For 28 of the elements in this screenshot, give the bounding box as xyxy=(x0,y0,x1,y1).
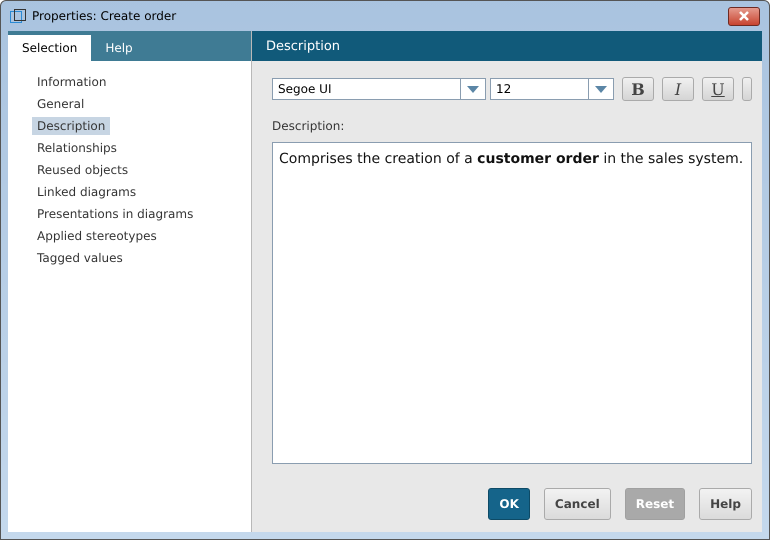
sidebar-item[interactable]: Information xyxy=(32,73,112,91)
dropdown-icon xyxy=(467,86,479,92)
dropdown-icon xyxy=(595,86,607,92)
font-family-dropdown[interactable]: Segoe UI xyxy=(272,78,486,100)
font-size-dropdown[interactable]: 12 xyxy=(490,78,614,100)
close-button[interactable] xyxy=(728,6,760,26)
format-button[interactable]: U xyxy=(702,77,734,101)
field-label: Description: xyxy=(272,119,346,133)
dialog-button[interactable]: Cancel xyxy=(544,488,611,520)
sidebar-item[interactable]: Tagged values xyxy=(32,249,128,267)
sidebar-item[interactable]: Applied stereotypes xyxy=(32,227,162,245)
panel-header: Description xyxy=(252,31,762,61)
format-button[interactable]: I xyxy=(662,77,694,101)
sidebar-item[interactable]: Description xyxy=(32,117,110,135)
sidebar-item[interactable]: Linked diagrams xyxy=(32,183,142,201)
sidebar-item[interactable]: General xyxy=(32,95,90,113)
description-field[interactable]: Comprises the creation of a customer order in the sales system. xyxy=(272,142,752,464)
window-title: Properties: Create order xyxy=(32,9,178,23)
format-button[interactable]: B xyxy=(622,77,654,101)
close-icon xyxy=(738,11,750,21)
sidebar-item[interactable]: Presentations in diagrams xyxy=(32,205,198,223)
dialog-button[interactable]: Help xyxy=(699,488,752,520)
tab[interactable]: Selection xyxy=(8,35,92,61)
sidebar-item[interactable]: Relationships xyxy=(32,139,122,157)
tab[interactable]: Help xyxy=(91,35,147,61)
dialog-button[interactable]: OK xyxy=(488,488,530,520)
window-icon xyxy=(10,9,26,23)
sidebar-item[interactable]: Reused objects xyxy=(32,161,134,179)
